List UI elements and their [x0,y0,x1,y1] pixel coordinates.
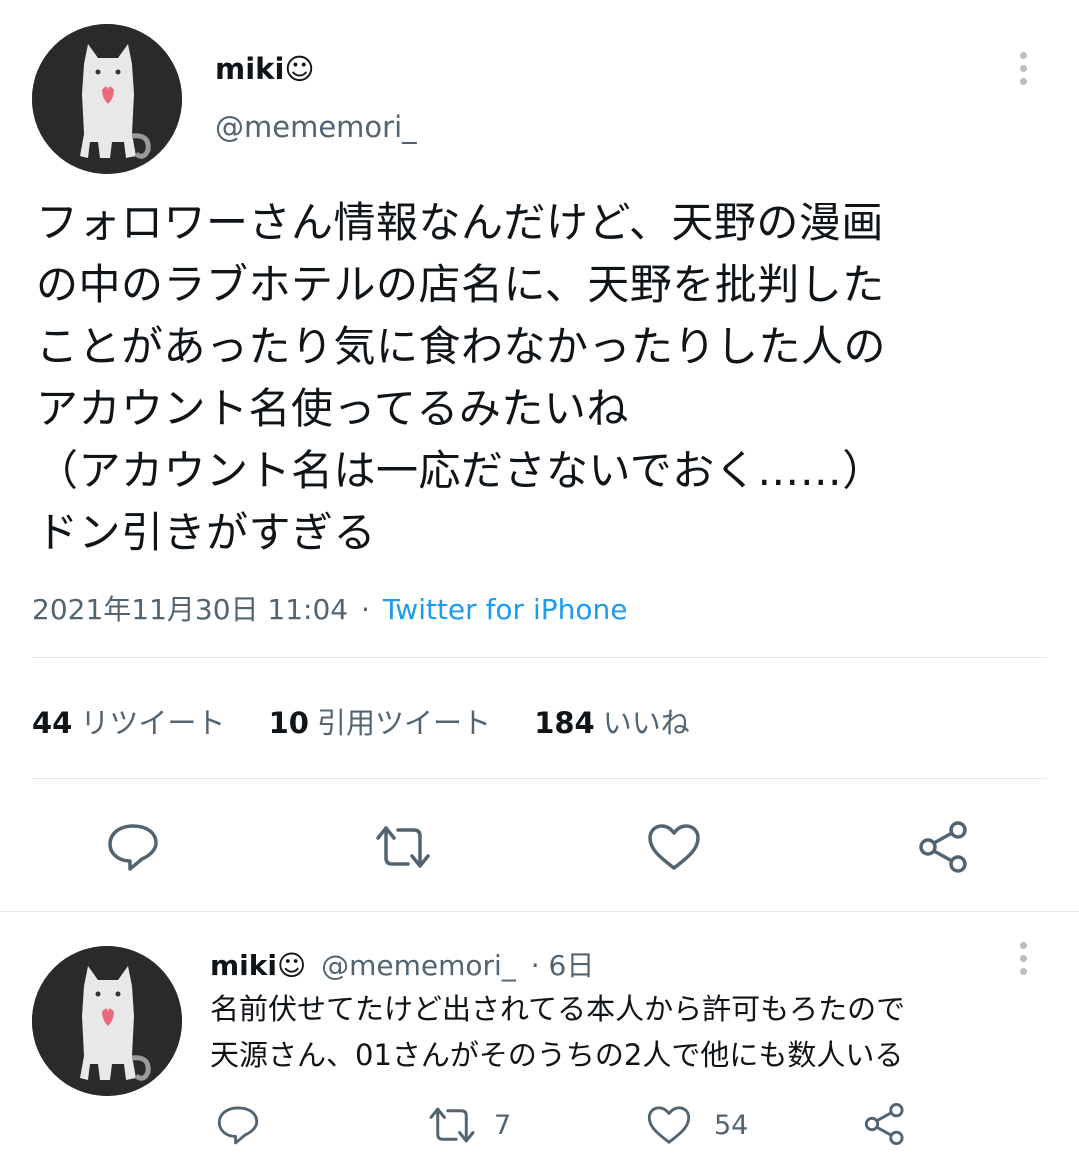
tweet-source[interactable]: Twitter for iPhone [383,593,628,626]
quotes-label: 引用ツイート [316,706,491,740]
retweets-count: 44 [32,706,73,740]
reply-header: miki☺ @mememori_ · 6日 [210,944,594,984]
reply-author-handle[interactable]: @mememori_ [321,949,516,982]
likes-count: 184 [534,706,595,740]
section-divider [0,911,1079,912]
reply-age[interactable]: · 6日 [531,949,595,982]
retweets-stat[interactable]: 44 リツイート [32,706,235,740]
likes-stat[interactable]: 184 いいね [534,706,690,740]
reply-reply-icon[interactable] [216,1104,260,1146]
reply-retweet-count: 7 [494,1109,512,1141]
author-avatar[interactable] [32,24,182,174]
tweet-timestamp[interactable]: 2021年11月30日 11:04 [32,593,348,626]
retweet-icon[interactable] [372,822,434,872]
tweet-meta: 2021年11月30日 11:04 · Twitter for iPhone [32,588,628,628]
reply-share-icon[interactable] [862,1102,908,1146]
author-handle[interactable]: @mememori_ [215,110,417,144]
reply-more-options-icon[interactable] [1018,942,1028,975]
likes-label: いいね [602,706,690,740]
like-icon[interactable] [646,822,702,872]
reply-retweet-icon [426,1104,478,1146]
reply-author-avatar[interactable] [32,946,182,1096]
reply-text: 名前伏せてたけど出されてる本人から許可もろたので 天源さん、01さんがそのうちの… [210,992,906,1072]
divider-top [32,657,1047,658]
reply-icon[interactable] [106,822,160,872]
tweet-stats: 44 リツイート 10 引用ツイート 184 いいね [32,700,690,742]
cat-avatar-image [32,24,182,174]
quotes-stat[interactable]: 10 引用ツイート [269,706,501,740]
reply-author-display-name[interactable]: miki☺ [210,949,306,982]
reply-retweet-action[interactable]: 7 [426,1104,511,1146]
divider-middle [32,778,1047,779]
meta-separator: · [361,593,370,626]
tweet-text: フォロワーさん情報なんだけど、天野の漫画 の中のラブホテルの店名に、天野を批判し… [36,198,887,557]
share-icon[interactable] [916,820,972,874]
author-display-name[interactable]: miki☺ [215,52,315,86]
reply-like-icon [646,1104,692,1146]
reply-like-action[interactable]: 54 [646,1104,748,1146]
retweets-label: リツイート [80,706,226,740]
more-options-icon[interactable] [1018,52,1028,85]
quotes-count: 10 [268,706,309,740]
reply-like-count: 54 [714,1109,749,1141]
cat-avatar-image [32,946,182,1096]
